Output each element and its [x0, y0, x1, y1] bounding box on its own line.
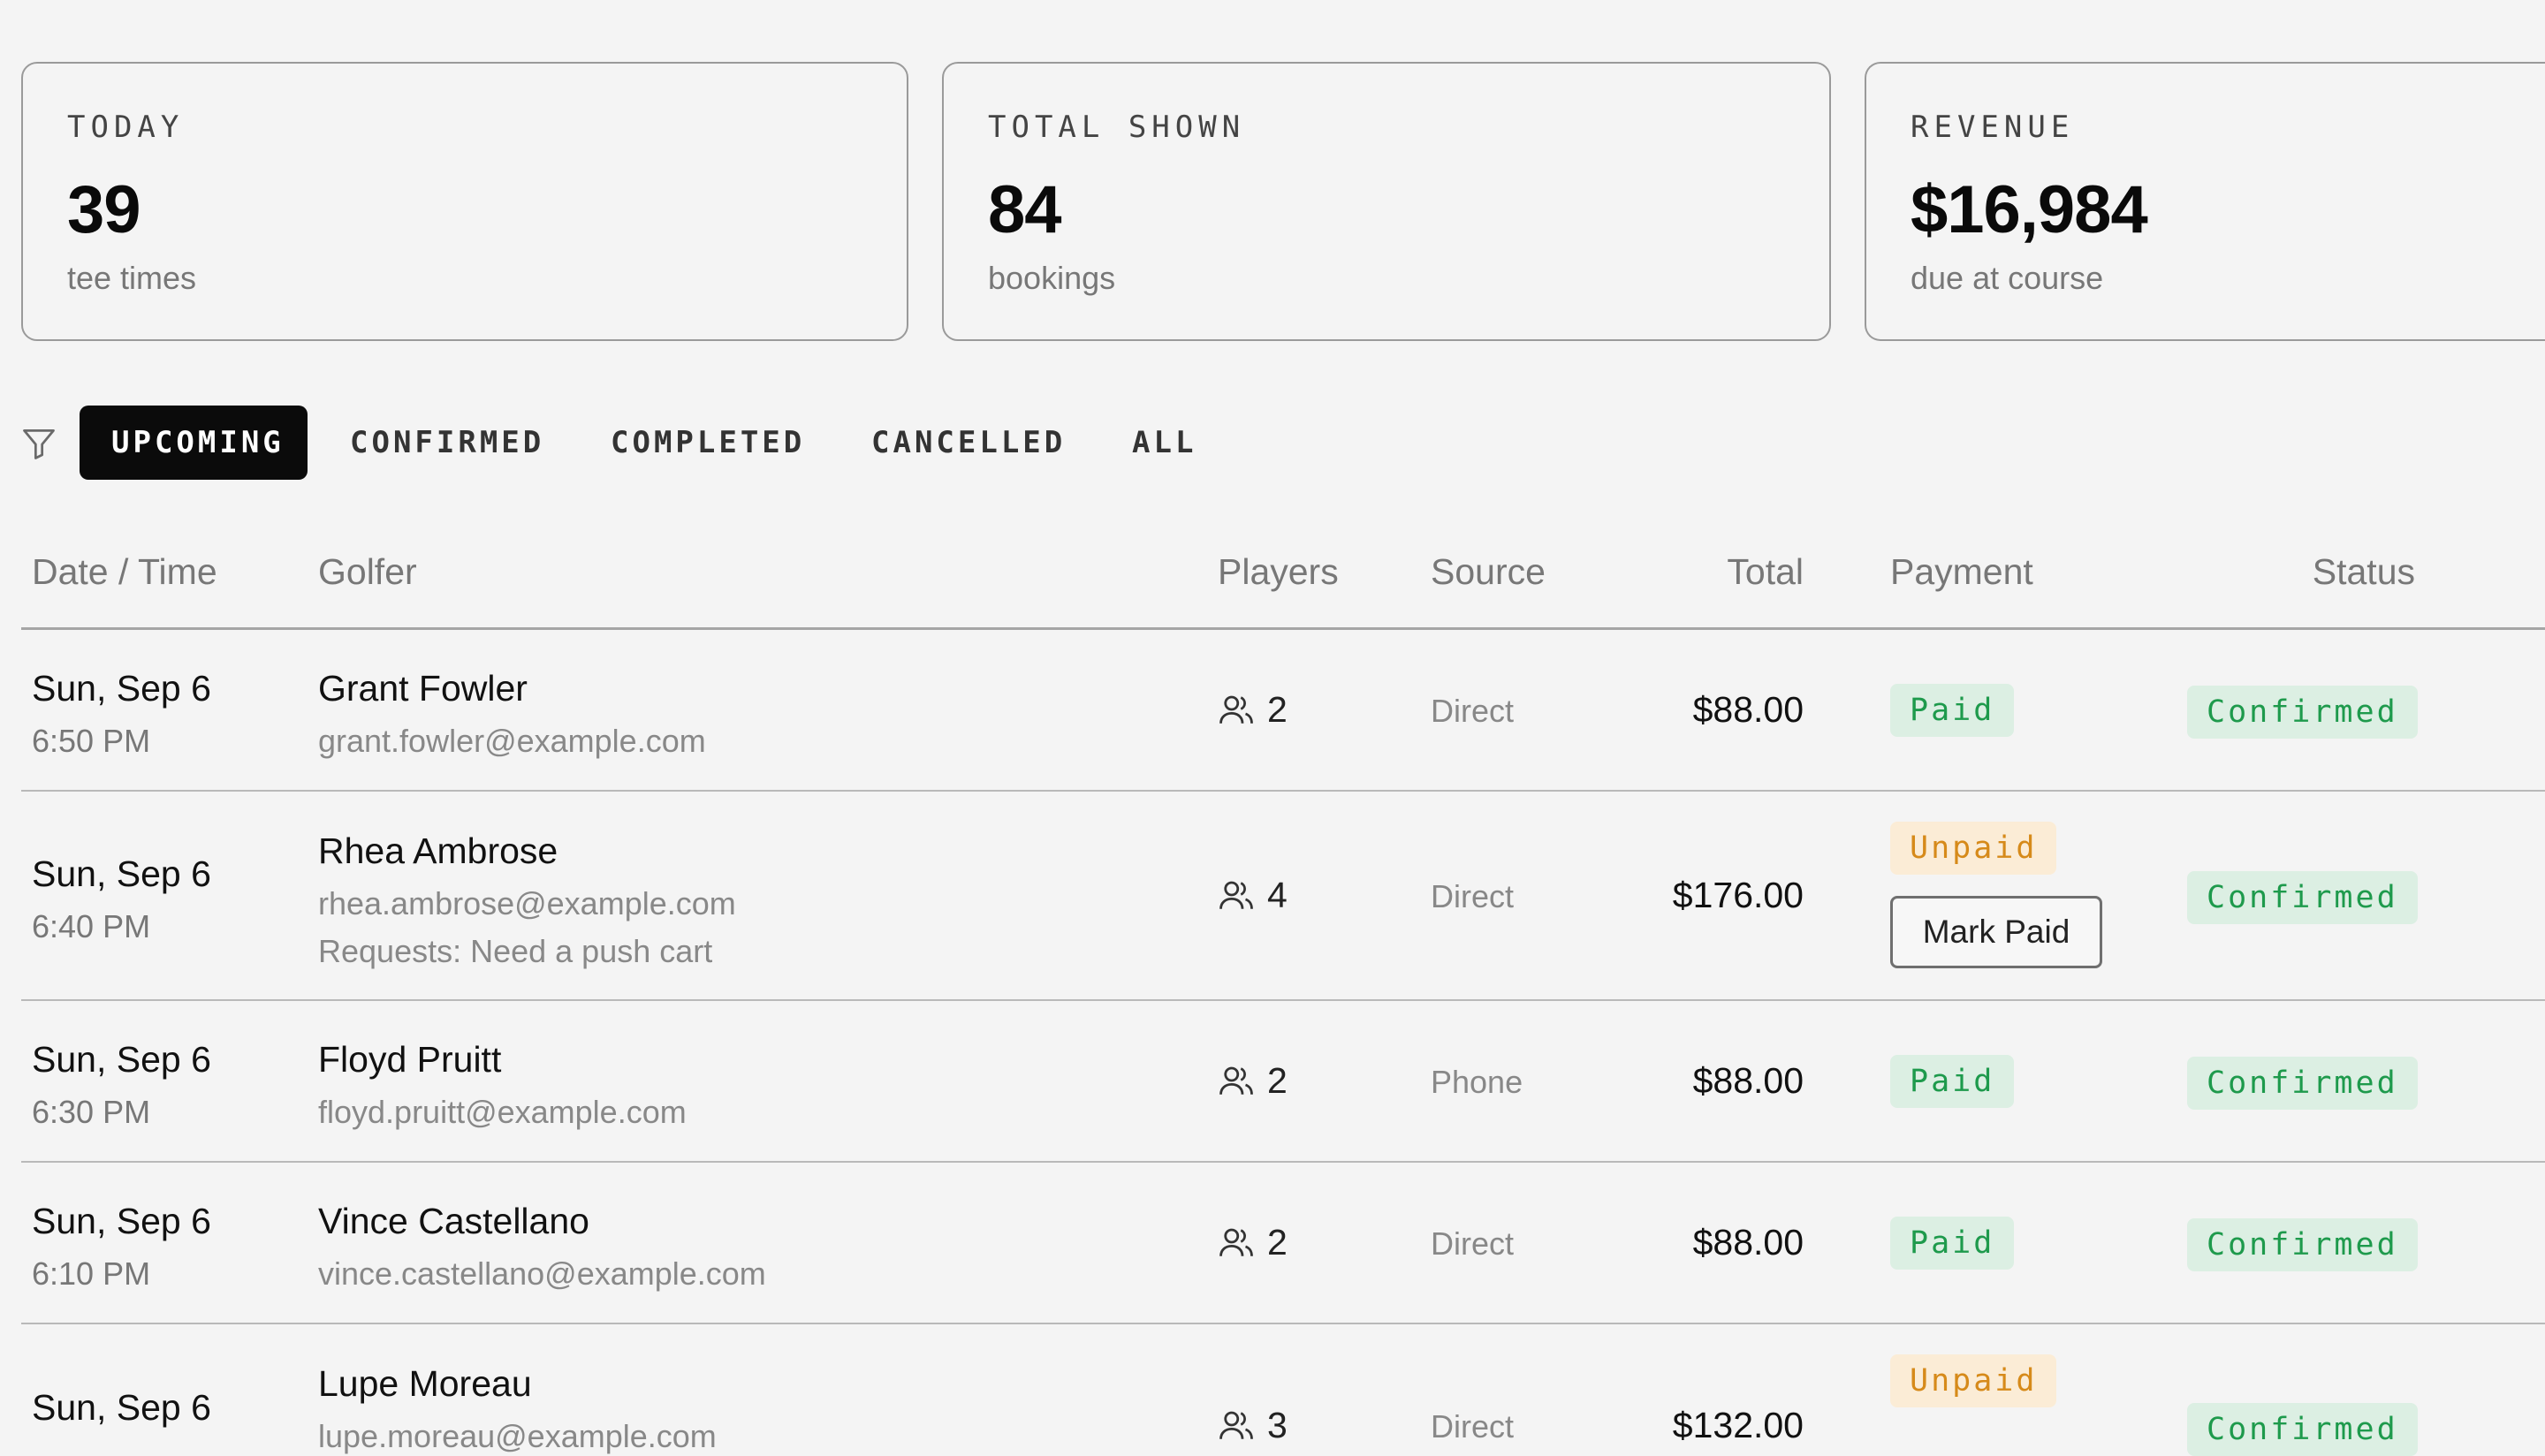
row-divider: [21, 1161, 2545, 1163]
golfer-email[interactable]: vince.castellano@example.com: [318, 1255, 766, 1293]
payment-badge: Unpaid: [1890, 822, 2057, 875]
column-header-datetime[interactable]: Date / Time: [32, 551, 217, 593]
players-value: 2: [1267, 1222, 1288, 1263]
stat-label: TOTAL SHOWN: [988, 110, 1246, 145]
golfer-request-note: Requests: Need a push cart: [318, 933, 713, 969]
stat-label: REVENUE: [1911, 110, 2075, 145]
status-badge: Confirmed: [2187, 686, 2418, 739]
row-time: 6:40 PM: [32, 908, 151, 944]
stat-card-total-shown: TOTAL SHOWN 84 bookings: [942, 62, 1831, 341]
golfer-name[interactable]: Rhea Ambrose: [318, 830, 558, 872]
players-count: 3: [1218, 1405, 1288, 1446]
row-time: 6:50 PM: [32, 723, 151, 759]
booking-total: $176.00: [1672, 875, 1804, 915]
column-header-golfer[interactable]: Golfer: [318, 551, 417, 593]
users-icon: [1219, 881, 1253, 909]
stat-label: TODAY: [67, 110, 185, 145]
row-date: Sun, Sep 6: [32, 1201, 211, 1241]
players-count: 4: [1218, 875, 1288, 916]
golfer-name[interactable]: Grant Fowler: [318, 668, 528, 709]
tab-confirmed[interactable]: CONFIRMED: [350, 406, 544, 480]
payment-badge: Paid: [1890, 684, 2015, 737]
filter-icon[interactable]: [19, 424, 58, 463]
column-header-total[interactable]: Total: [1626, 551, 1804, 593]
tab-cancelled[interactable]: CANCELLED: [871, 406, 1066, 480]
row-divider: [21, 1323, 2545, 1324]
players-count: 2: [1218, 689, 1288, 731]
booking-source: Direct: [1431, 878, 1515, 914]
column-header-source[interactable]: Source: [1431, 551, 1546, 593]
row-date: Sun, Sep 6: [32, 668, 211, 709]
booking-total: $88.00: [1692, 689, 1804, 730]
booking-source: Direct: [1431, 693, 1515, 729]
golfer-email[interactable]: grant.fowler@example.com: [318, 723, 706, 760]
booking-total: $88.00: [1692, 1222, 1804, 1263]
players-value: 2: [1267, 1060, 1288, 1101]
stat-value: $16,984: [1911, 172, 2148, 247]
players-value: 4: [1267, 875, 1288, 915]
column-header-players[interactable]: Players: [1218, 551, 1339, 593]
golfer-name[interactable]: Vince Castellano: [318, 1201, 589, 1242]
row-time: 6:10 PM: [32, 1255, 151, 1292]
players-value: 2: [1267, 689, 1288, 730]
users-icon: [1219, 695, 1253, 724]
mark-paid-button[interactable]: Mark Paid: [1890, 896, 2102, 968]
table-header-divider: [21, 627, 2545, 630]
golfer-email[interactable]: rhea.ambrose@example.com: [318, 885, 736, 922]
booking-source: Direct: [1431, 1225, 1515, 1262]
booking-source: Direct: [1431, 1408, 1515, 1445]
users-icon: [1219, 1066, 1253, 1095]
payment-badge: Unpaid: [1890, 1354, 2057, 1407]
row-divider: [21, 790, 2545, 792]
booking-total: $88.00: [1692, 1060, 1804, 1101]
booking-total: $132.00: [1672, 1405, 1804, 1445]
golfer-email[interactable]: lupe.moreau@example.com: [318, 1418, 717, 1455]
stat-sub: bookings: [988, 260, 1116, 296]
row-date: Sun, Sep 6: [32, 1039, 211, 1080]
status-badge: Confirmed: [2187, 1057, 2418, 1110]
stat-sub: tee times: [67, 260, 197, 296]
column-header-payment[interactable]: Payment: [1890, 551, 2033, 593]
tab-completed[interactable]: COMPLETED: [611, 406, 805, 480]
tab-all[interactable]: ALL: [1132, 406, 1197, 480]
players-value: 3: [1267, 1405, 1288, 1445]
status-badge: Confirmed: [2187, 1403, 2418, 1456]
row-time: 6:30 PM: [32, 1094, 151, 1130]
golfer-name[interactable]: Floyd Pruitt: [318, 1039, 501, 1081]
users-icon: [1219, 1228, 1253, 1256]
golfer-email[interactable]: floyd.pruitt@example.com: [318, 1094, 687, 1131]
stat-sub: due at course: [1911, 260, 2104, 296]
payment-badge: Paid: [1890, 1217, 2015, 1270]
status-badge: Confirmed: [2187, 871, 2418, 924]
golfer-name[interactable]: Lupe Moreau: [318, 1363, 532, 1405]
users-icon: [1219, 1411, 1253, 1439]
row-divider: [21, 999, 2545, 1001]
row-date: Sun, Sep 6: [32, 853, 211, 894]
booking-source: Phone: [1431, 1064, 1523, 1100]
status-badge: Confirmed: [2187, 1218, 2418, 1271]
players-count: 2: [1218, 1060, 1288, 1102]
tab-upcoming[interactable]: UPCOMING: [80, 406, 308, 480]
players-count: 2: [1218, 1222, 1288, 1263]
row-date: Sun, Sep 6: [32, 1387, 211, 1428]
stat-value: 39: [67, 172, 141, 247]
stat-card-revenue: REVENUE $16,984 due at course: [1865, 62, 2545, 341]
stat-card-today: TODAY 39 tee times: [21, 62, 908, 341]
stat-value: 84: [988, 172, 1062, 247]
column-header-status[interactable]: Status: [2245, 551, 2415, 593]
payment-badge: Paid: [1890, 1055, 2015, 1108]
